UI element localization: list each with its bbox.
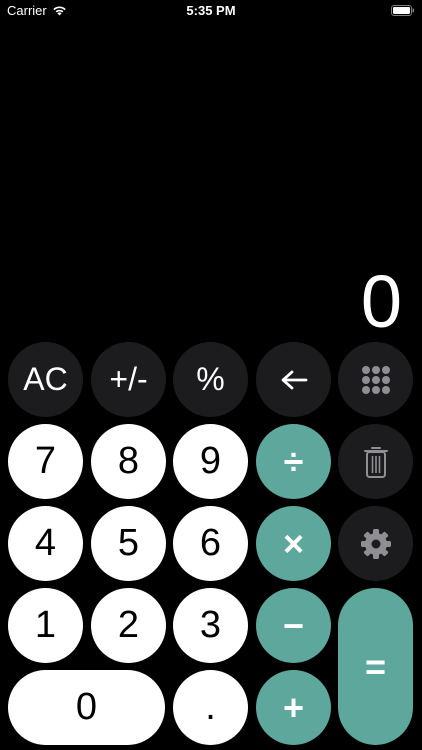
divide-label: ÷ xyxy=(283,440,304,482)
trash-icon xyxy=(363,445,389,479)
digit-3-label: 3 xyxy=(199,604,222,646)
status-bar: Carrier 5:35 PM xyxy=(0,0,422,22)
plus-minus-button[interactable]: +/- xyxy=(91,342,166,417)
digit-4-label: 4 xyxy=(34,522,57,564)
backspace-button[interactable] xyxy=(256,342,331,417)
digit-8-button[interactable]: 8 xyxy=(91,424,166,499)
digit-4-button[interactable]: 4 xyxy=(8,506,83,581)
left-arrow-icon xyxy=(279,368,309,392)
add-button[interactable]: + xyxy=(256,670,331,745)
digit-0-button[interactable]: 0 xyxy=(8,670,165,745)
digit-2-label: 2 xyxy=(117,604,140,646)
digit-2-button[interactable]: 2 xyxy=(91,588,166,663)
subtract-label: − xyxy=(282,604,305,646)
grid-dots-icon xyxy=(361,365,391,395)
clear-history-button[interactable] xyxy=(338,424,413,499)
percent-label: % xyxy=(196,361,225,397)
multiply-button[interactable]: × xyxy=(256,506,331,581)
decimal-label: . xyxy=(205,686,216,728)
digit-3-button[interactable]: 3 xyxy=(173,588,248,663)
divide-button[interactable]: ÷ xyxy=(256,424,331,499)
equals-label: = xyxy=(364,645,387,687)
digit-1-label: 1 xyxy=(34,604,57,646)
settings-button[interactable] xyxy=(338,506,413,581)
all-clear-label: AC xyxy=(23,361,68,397)
digit-1-button[interactable]: 1 xyxy=(8,588,83,663)
battery-icon xyxy=(391,5,414,16)
digit-7-button[interactable]: 7 xyxy=(8,424,83,499)
digit-6-label: 6 xyxy=(199,522,222,564)
subtract-button[interactable]: − xyxy=(256,588,331,663)
digit-8-label: 8 xyxy=(117,440,140,482)
keypad-toggle-button[interactable] xyxy=(338,342,413,417)
status-time: 5:35 PM xyxy=(186,3,236,18)
digit-6-button[interactable]: 6 xyxy=(173,506,248,581)
gear-icon xyxy=(360,528,392,560)
digit-0-label: 0 xyxy=(75,686,98,728)
decimal-button[interactable]: . xyxy=(173,670,248,745)
digit-5-label: 5 xyxy=(117,522,140,564)
calculator-display: 0 xyxy=(360,260,402,343)
add-label: + xyxy=(282,686,305,728)
multiply-label: × xyxy=(282,522,305,564)
all-clear-button[interactable]: AC xyxy=(8,342,83,417)
digit-9-button[interactable]: 9 xyxy=(173,424,248,499)
plus-minus-label: +/- xyxy=(109,361,148,397)
digit-7-label: 7 xyxy=(34,440,57,482)
digit-5-button[interactable]: 5 xyxy=(91,506,166,581)
digit-9-label: 9 xyxy=(199,440,222,482)
percent-button[interactable]: % xyxy=(173,342,248,417)
equals-button[interactable]: = xyxy=(338,588,413,745)
